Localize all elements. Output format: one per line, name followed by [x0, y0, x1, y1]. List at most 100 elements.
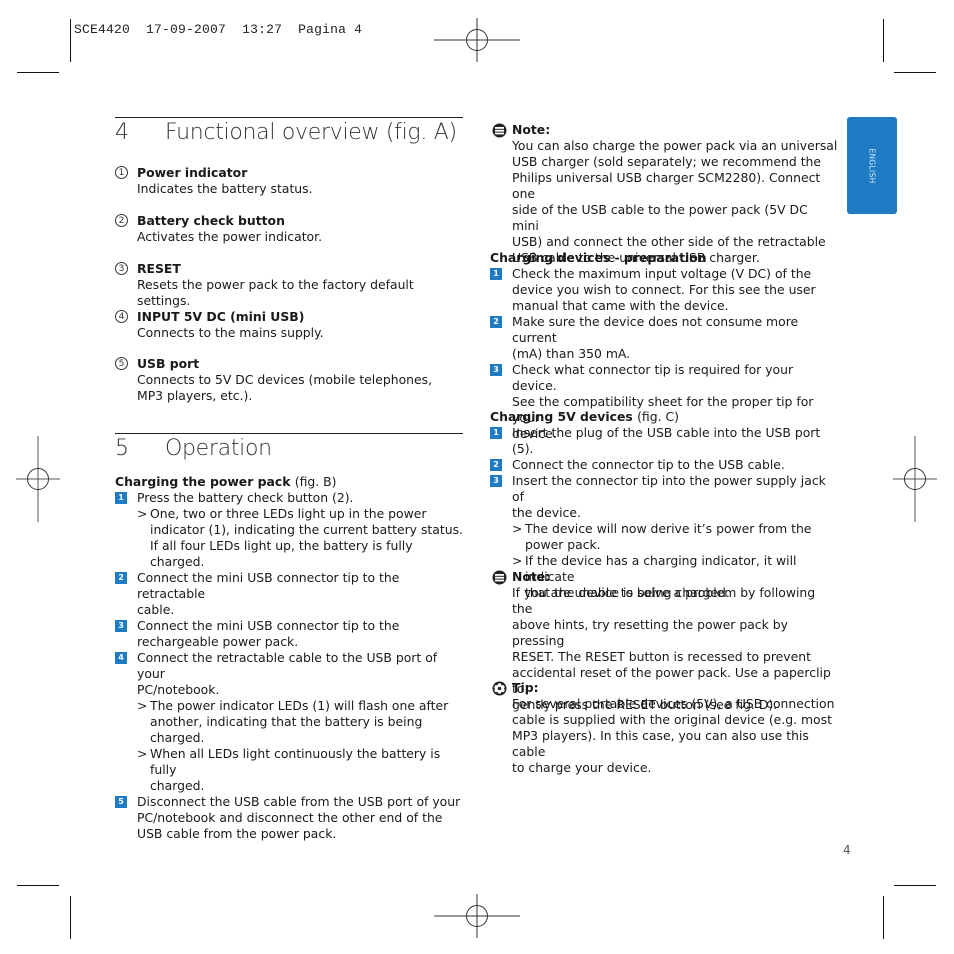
- step-number-badge: 1: [490, 427, 502, 439]
- step-number-badge: 3: [490, 475, 502, 487]
- step-number-badge: 2: [490, 316, 502, 328]
- figure-ref: (fig. B): [294, 474, 337, 489]
- result-text: charged.: [150, 778, 205, 793]
- tip-line: MP3 players). In this case, you can also…: [512, 728, 809, 759]
- step-text: Connect the mini USB connector tip to th…: [137, 618, 400, 633]
- step-text: the device.: [512, 505, 581, 520]
- step-number-badge: 1: [490, 268, 502, 280]
- step-result: > When all LEDs light continuously the b…: [115, 746, 465, 794]
- step-number-badge: 5: [115, 796, 127, 808]
- subsection-heading: Charging 5V devices (fig. C): [490, 409, 838, 425]
- charging-power-pack: Charging the power pack (fig. B) 1 Press…: [115, 474, 465, 842]
- step-item: 1 Insert the plug of the USB cable into …: [490, 425, 838, 457]
- section-number: 5: [115, 436, 129, 461]
- note-line: Philips universal USB charger SCM2280). …: [512, 170, 821, 201]
- step-item: 2 Make sure the device does not consume …: [490, 314, 838, 362]
- result-text: The device will now derive it’s power fr…: [525, 521, 812, 536]
- step-text: rechargeable power pack.: [137, 634, 299, 649]
- note-heading-text: Note:: [512, 569, 551, 584]
- step-text: Make sure the device does not consume mo…: [512, 314, 799, 345]
- section-header-operation: 5 Operation: [115, 433, 463, 464]
- note-heading: Note:: [490, 569, 838, 585]
- result-text: power pack.: [525, 537, 601, 552]
- slug-date: 17-09-2007: [146, 22, 227, 37]
- item-label: USB port: [137, 356, 200, 371]
- overview-item: 5 USB port Connects to 5V DC devices (mo…: [115, 356, 465, 404]
- item-label: Power indicator: [137, 165, 248, 180]
- result-text: another, indicating that the battery is …: [150, 714, 423, 745]
- step-text: Insert the plug of the USB cable into th…: [512, 425, 821, 456]
- step-text: Connect the retractable cable to the USB…: [137, 650, 438, 681]
- figure-ref: (fig. C): [637, 409, 679, 424]
- registration-mark-icon: [893, 436, 937, 522]
- step-result: > The power indicator LEDs (1) will flas…: [115, 698, 465, 746]
- item-description: Connects to 5V DC devices (mobile teleph…: [137, 372, 433, 387]
- item-label: Battery check button: [137, 213, 285, 228]
- item-number-badge: 1: [115, 166, 128, 179]
- item-number-badge: 5: [115, 357, 128, 370]
- heading-text: Charging 5V devices: [490, 409, 633, 424]
- section-number: 4: [115, 120, 129, 145]
- tip-block: Tip: For several portable devices (5V), …: [490, 680, 838, 776]
- crop-mark: [894, 72, 936, 73]
- step-text: Check what connector tip is required for…: [512, 362, 794, 393]
- note-line: USB) and connect the other side of the r…: [512, 234, 826, 249]
- item-label: INPUT 5V DC (mini USB): [137, 309, 305, 324]
- step-text: PC/notebook and disconnect the other end…: [137, 810, 443, 825]
- registration-mark-icon: [16, 436, 60, 522]
- step-text: Check the maximum input voltage (V DC) o…: [512, 266, 812, 281]
- step-text: Connect the connector tip to the USB cab…: [512, 457, 785, 472]
- tip-line: For several portable devices (5V), a USB…: [512, 696, 835, 711]
- result-arrow: >: [512, 553, 523, 568]
- crop-mark: [883, 19, 884, 62]
- slug-job: SCE4420: [74, 22, 131, 37]
- note-icon: [492, 570, 507, 585]
- heading-text: Charging the power pack: [115, 474, 291, 489]
- step-text: Connect the mini USB connector tip to th…: [137, 570, 400, 601]
- crop-mark: [883, 896, 884, 939]
- tip-icon: [492, 681, 507, 696]
- note-body: You can also charge the power pack via a…: [490, 138, 838, 266]
- item-description: MP3 players, etc.).: [137, 388, 253, 403]
- language-tab: ENGLISH: [847, 117, 897, 214]
- crop-mark: [894, 885, 936, 886]
- item-description: Indicates the battery status.: [137, 181, 313, 196]
- step-number-badge: 2: [115, 572, 127, 584]
- step-text: Insert the connector tip into the power …: [512, 473, 826, 504]
- step-text: device you wish to connect. For this see…: [512, 282, 816, 297]
- note-block: Note: You can also charge the power pack…: [490, 122, 838, 266]
- step-item: 2 Connect the connector tip to the USB c…: [490, 457, 838, 473]
- note-line: USB charger (sold separately; we recomme…: [512, 154, 822, 169]
- step-result: > One, two or three LEDs light up in the…: [115, 506, 465, 570]
- result-arrow: >: [137, 506, 148, 521]
- section-title: Operation: [165, 436, 272, 461]
- overview-item: 2 Battery check button Activates the pow…: [115, 213, 465, 245]
- result-arrow: >: [512, 521, 523, 536]
- item-number-badge: 2: [115, 214, 128, 227]
- page-number: 4: [843, 843, 851, 857]
- step-item: 2 Connect the mini USB connector tip to …: [115, 570, 465, 618]
- slug-page: Pagina 4: [298, 22, 363, 37]
- result-text: One, two or three LEDs light up in the p…: [150, 506, 427, 521]
- tip-line: to charge your device.: [512, 760, 652, 775]
- step-number-badge: 4: [115, 652, 127, 664]
- crop-mark: [70, 19, 71, 62]
- result-text: If all four LEDs light up, the battery i…: [150, 538, 413, 569]
- note-line: above hints, try resetting the power pac…: [512, 617, 788, 648]
- step-result: > The device will now derive it’s power …: [490, 521, 838, 553]
- tip-line: cable is supplied with the original devi…: [512, 712, 832, 727]
- tip-heading: Tip:: [490, 680, 838, 696]
- item-description: Connects to the mains supply.: [137, 325, 324, 340]
- registration-mark-icon: [434, 894, 520, 938]
- item-number-badge: 3: [115, 262, 128, 275]
- item-label: RESET: [137, 261, 181, 276]
- section-header-functional-overview: 4 Functional overview (fig. A): [115, 117, 463, 148]
- note-heading-text: Note:: [512, 122, 551, 137]
- step-number-badge: 1: [115, 492, 127, 504]
- tip-heading-text: Tip:: [512, 680, 539, 695]
- item-number-badge: 4: [115, 310, 128, 323]
- crop-mark: [70, 896, 71, 939]
- registration-mark-icon: [434, 18, 520, 62]
- overview-item: 4 INPUT 5V DC (mini USB) Connects to the…: [115, 309, 465, 341]
- result-text: The power indicator LEDs (1) will flash …: [150, 698, 449, 713]
